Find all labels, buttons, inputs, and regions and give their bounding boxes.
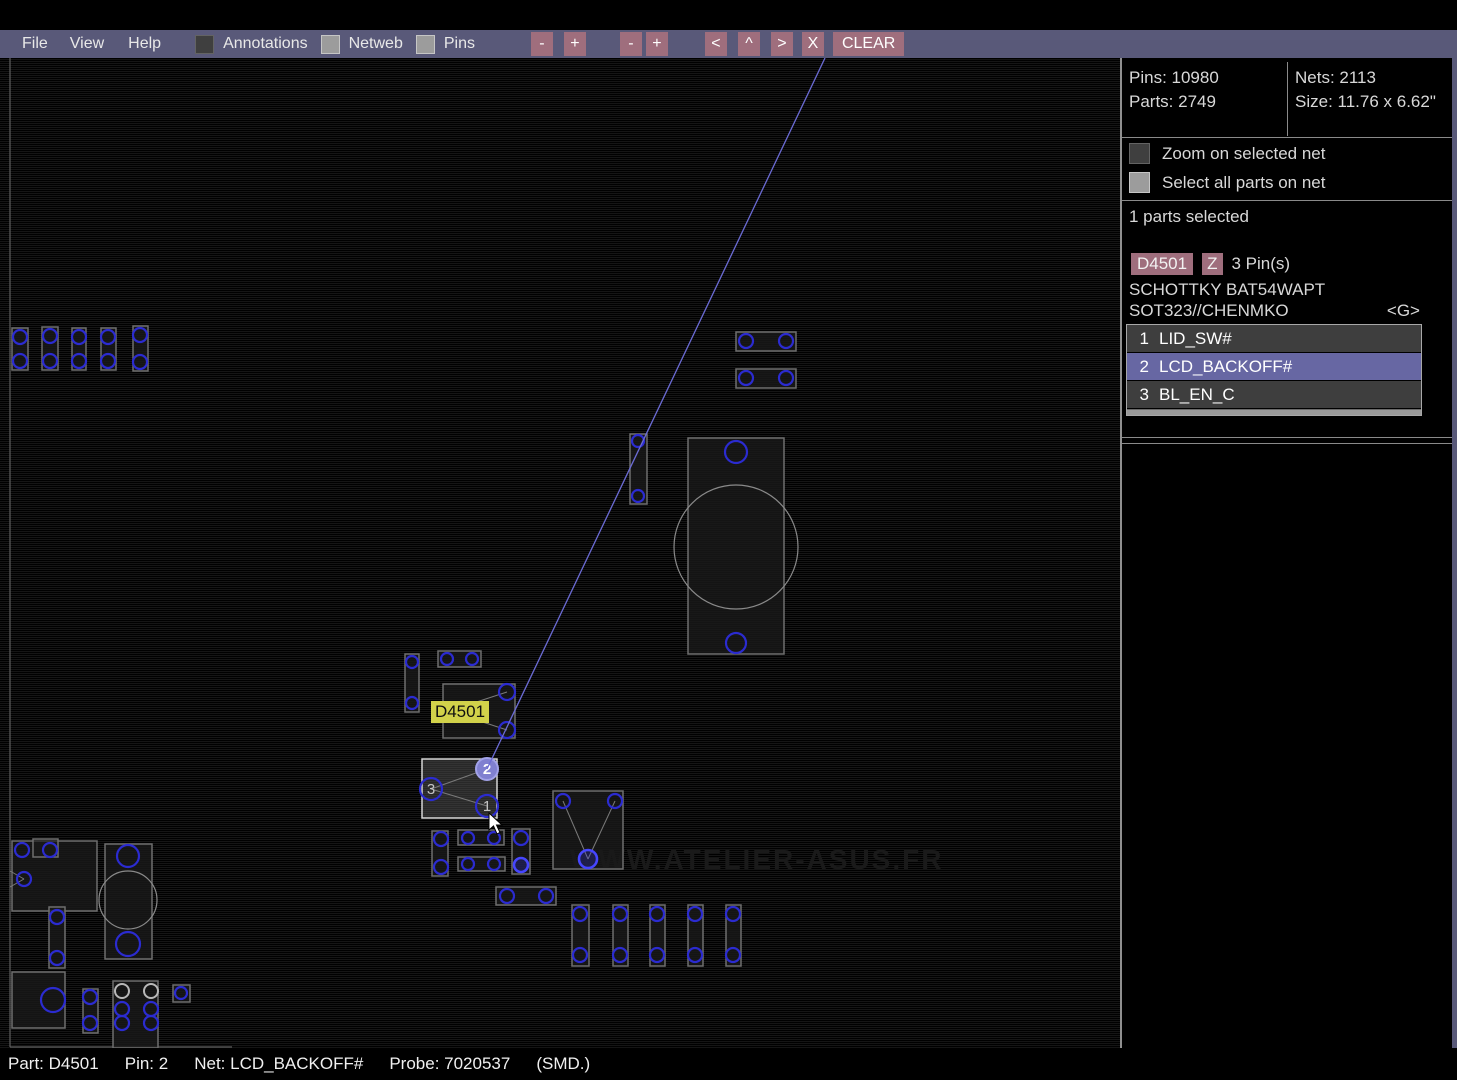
panel-separator xyxy=(1120,58,1122,1048)
minus-button[interactable]: - xyxy=(620,32,642,56)
stats-right: Nets: 2113 Size: 11.76 x 6.62" xyxy=(1295,66,1445,114)
menu-help[interactable]: Help xyxy=(124,35,165,53)
rotate-left-button[interactable]: < xyxy=(705,32,727,56)
board-canvas[interactable]: WWW.ATELIER-ASUS.FR 231 D4501 xyxy=(0,58,1120,1048)
pin-net: BL_EN_C xyxy=(1159,381,1235,408)
close-button[interactable]: X xyxy=(802,32,824,56)
select-all-checkbox[interactable] xyxy=(1129,172,1150,193)
status-bar: Part: D4501 Pin: 2 Net: LCD_BACKOFF# Pro… xyxy=(0,1048,1457,1080)
stats-divider xyxy=(1287,62,1288,136)
board-size: Size: 11.76 x 6.62" xyxy=(1295,90,1445,114)
option-select-all: Select all parts on net xyxy=(1129,172,1325,193)
section-divider xyxy=(1122,200,1452,201)
zoom-part-button[interactable]: Z xyxy=(1202,253,1222,275)
part-package: SOT323//CHENMKO xyxy=(1129,301,1289,321)
component[interactable] xyxy=(49,907,65,968)
status-net: Net: LCD_BACKOFF# xyxy=(194,1054,363,1074)
part-header: D4501 Z 3 Pin(s) xyxy=(1131,253,1290,275)
pin-number: 1 xyxy=(1127,325,1149,352)
pin-number: 3 xyxy=(1127,381,1149,408)
pin-row-3[interactable]: 3 BL_EN_C xyxy=(1127,381,1421,408)
status-part: Part: D4501 xyxy=(8,1054,99,1074)
flip-button[interactable]: ^ xyxy=(738,32,760,56)
component[interactable] xyxy=(688,438,784,654)
pin-row-1[interactable]: 1 LID_SW# xyxy=(1127,325,1421,352)
zoom-net-label: Zoom on selected net xyxy=(1162,144,1325,164)
section-divider xyxy=(1122,137,1452,138)
component[interactable] xyxy=(72,328,86,370)
parts-count: Parts: 2749 xyxy=(1129,90,1219,114)
plus-button[interactable]: + xyxy=(646,32,668,56)
clear-button[interactable]: CLEAR xyxy=(833,32,904,56)
component[interactable] xyxy=(105,844,152,959)
component[interactable] xyxy=(12,972,65,1028)
annotations-label: Annotations xyxy=(223,35,308,53)
pin-row-2[interactable]: 2 LCD_BACKOFF# xyxy=(1127,353,1421,380)
list-scrollbar[interactable] xyxy=(1127,409,1421,415)
option-zoom-net: Zoom on selected net xyxy=(1129,143,1325,164)
select-all-label: Select all parts on net xyxy=(1162,173,1325,193)
section-divider xyxy=(1122,437,1452,438)
pins-checkbox[interactable] xyxy=(416,35,435,54)
status-pin: Pin: 2 xyxy=(125,1054,168,1074)
menu-file[interactable]: File xyxy=(18,35,52,53)
part-description: SCHOTTKY BAT54WAPT xyxy=(1129,280,1325,300)
pin-net: LCD_BACKOFF# xyxy=(1159,353,1292,380)
net-highlight-line xyxy=(487,58,825,769)
pin-net: LID_SW# xyxy=(1159,325,1232,352)
right-scrollbar[interactable] xyxy=(1452,30,1457,1048)
rotate-right-button[interactable]: > xyxy=(771,32,793,56)
part-ref-label: D4501 xyxy=(431,701,489,723)
netweb-checkbox[interactable] xyxy=(321,35,340,54)
part-ref-button[interactable]: D4501 xyxy=(1131,253,1193,275)
netweb-label: Netweb xyxy=(349,35,403,53)
pin-count-label: 3 Pin(s) xyxy=(1232,254,1291,274)
menu-view[interactable]: View xyxy=(66,35,108,53)
stats-left: Pins: 10980 Parts: 2749 xyxy=(1129,66,1219,114)
pin-number: 2 xyxy=(1127,353,1149,380)
zoom-net-checkbox[interactable] xyxy=(1129,143,1150,164)
status-probe: Probe: 7020537 xyxy=(389,1054,510,1074)
pin-number-label: 1 xyxy=(483,798,491,815)
pin[interactable] xyxy=(514,858,528,872)
pin-number-label: 3 xyxy=(427,781,435,798)
board-svg: 231 xyxy=(0,58,1120,1048)
pin-list: 1 LID_SW# 2 LCD_BACKOFF# 3 BL_EN_C xyxy=(1126,324,1422,416)
zoom-out-button[interactable]: - xyxy=(531,32,553,56)
pin[interactable] xyxy=(579,850,597,868)
nets-count: Nets: 2113 xyxy=(1295,66,1445,90)
pins-label: Pins xyxy=(444,35,475,53)
menu-bar: File View Help Annotations Netweb Pins -… xyxy=(0,30,1457,58)
annotations-checkbox[interactable] xyxy=(195,35,214,54)
section-divider xyxy=(1122,443,1452,444)
info-panel: Pins: 10980 Parts: 2749 Nets: 2113 Size:… xyxy=(1123,58,1452,1048)
group-tag: <G> xyxy=(1387,301,1420,321)
app-window: File View Help Annotations Netweb Pins -… xyxy=(0,0,1457,1080)
pins-count: Pins: 10980 xyxy=(1129,66,1219,90)
selection-summary: 1 parts selected xyxy=(1129,207,1249,227)
status-mount: (SMD.) xyxy=(536,1054,590,1074)
zoom-in-button[interactable]: + xyxy=(564,32,586,56)
